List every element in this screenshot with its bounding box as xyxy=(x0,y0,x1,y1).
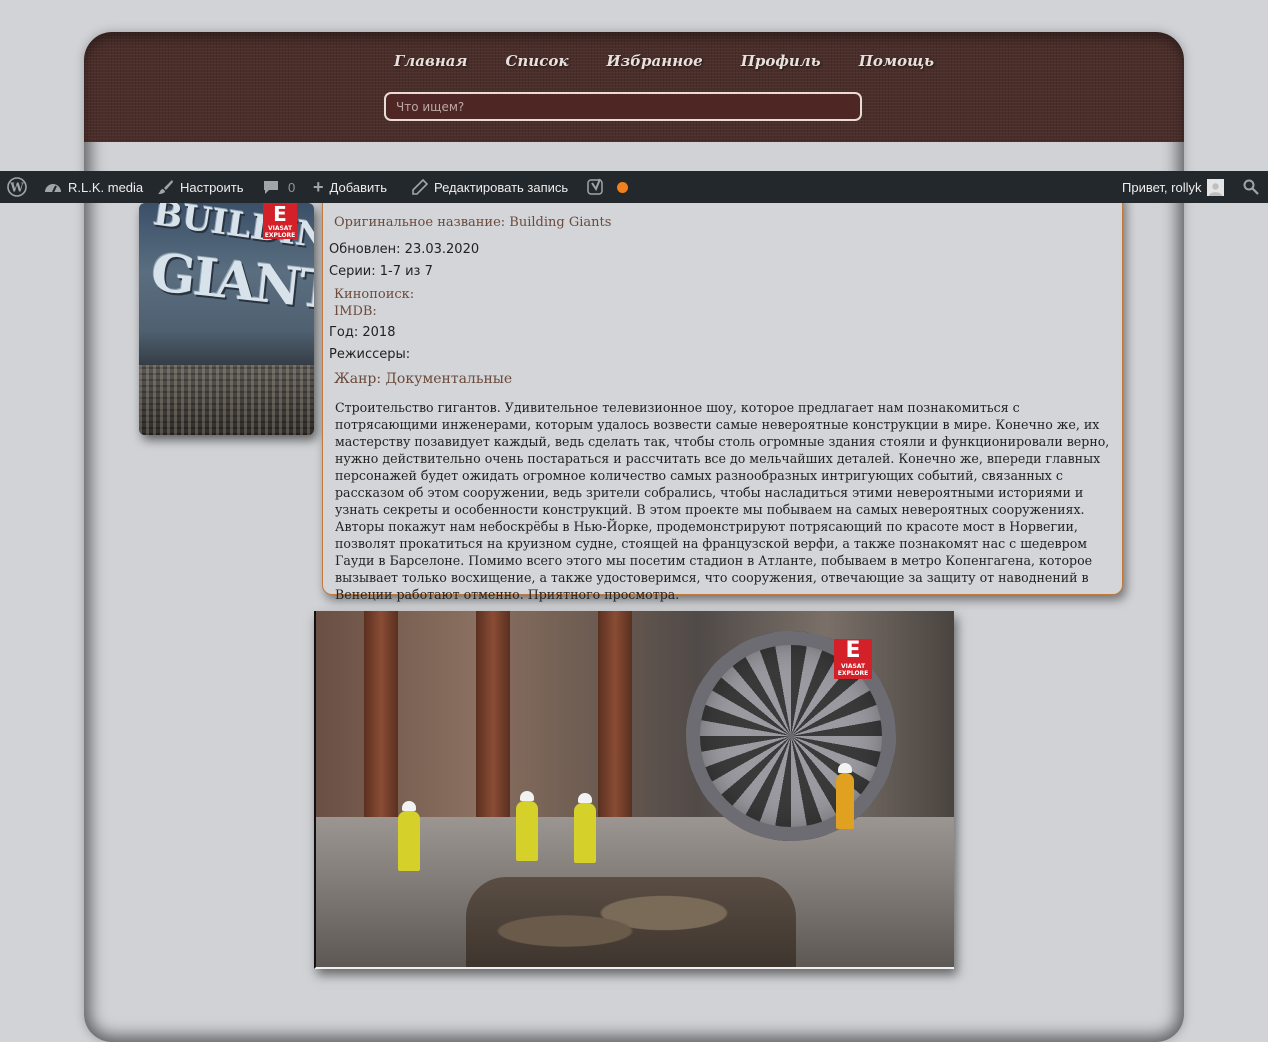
original-title[interactable]: Оригинальное название: Building Giants xyxy=(334,215,611,230)
wp-admin-bar: W R.L.K. media Настроить 0 + Добавить Ре… xyxy=(0,171,1268,203)
dashboard-icon xyxy=(44,179,62,195)
video-worker xyxy=(574,803,596,863)
edit-post-label: Редактировать запись xyxy=(434,179,569,195)
add-new-label: Добавить xyxy=(329,179,387,195)
greeting-label: Привет, rollyk xyxy=(1122,179,1202,195)
details-card: Оригинальное название: Building Giants О… xyxy=(322,190,1123,602)
directors: Режиссеры: xyxy=(329,347,411,362)
kinopoisk-link[interactable]: Кинопоиск: xyxy=(334,287,414,302)
updated-date: Обновлен: 23.03.2020 xyxy=(329,242,480,257)
site-name-menu[interactable]: R.L.K. media xyxy=(44,171,143,203)
site-header: Главная Список Избранное Профиль Помощь xyxy=(84,32,1184,142)
user-avatar-icon xyxy=(1207,178,1225,196)
video-worker xyxy=(516,801,538,861)
wp-logo-menu[interactable]: W xyxy=(7,171,27,203)
search-input[interactable] xyxy=(384,92,862,121)
video-pillar xyxy=(598,611,632,851)
video-pillar xyxy=(364,611,398,851)
video-frame[interactable]: E VIASAT EXPLORE xyxy=(314,611,954,969)
video-pillar xyxy=(476,611,510,851)
nav-item-home[interactable]: Главная xyxy=(394,52,468,70)
video-channel-logo: E VIASAT EXPLORE xyxy=(834,639,872,679)
nav-item-list[interactable]: Список xyxy=(505,52,568,70)
nav-item-profile[interactable]: Профиль xyxy=(741,52,821,70)
nav-item-favorites[interactable]: Избранное xyxy=(606,52,702,70)
comments-count: 0 xyxy=(288,179,296,195)
status-dot-icon xyxy=(617,181,628,193)
search-icon xyxy=(1243,179,1259,195)
poster-cityscape xyxy=(139,365,314,435)
pencil-icon xyxy=(412,179,428,195)
wordpress-icon: W xyxy=(7,177,27,197)
plus-icon: + xyxy=(313,176,324,197)
main-nav: Главная Список Избранное Профиль Помощь xyxy=(84,52,1184,70)
my-account-menu[interactable]: Привет, rollyk xyxy=(1122,171,1225,203)
yoast-icon xyxy=(587,178,605,196)
video-worker-helmet xyxy=(838,763,852,773)
edit-post-menu[interactable]: Редактировать запись xyxy=(412,171,568,203)
video-worker xyxy=(398,811,420,871)
video-worker xyxy=(836,773,854,829)
comment-icon xyxy=(263,179,279,195)
year: Год: 2018 xyxy=(329,325,396,340)
video-worker-helmet xyxy=(520,791,534,801)
video-worker-helmet xyxy=(578,793,592,803)
episodes-count: Серии: 1-7 из 7 xyxy=(329,264,433,279)
admin-search[interactable] xyxy=(1243,171,1259,203)
description: Строительство гигантов. Удивительное тел… xyxy=(335,400,1110,602)
comments-menu[interactable]: 0 xyxy=(263,171,295,203)
imdb-link[interactable]: IMDB: xyxy=(334,304,377,319)
video-sandbags xyxy=(466,877,796,967)
customize-menu[interactable]: Настроить xyxy=(158,171,244,203)
poster-title-line2: GIANTS xyxy=(148,242,314,326)
site-name-label: R.L.K. media xyxy=(68,179,144,195)
customize-label: Настроить xyxy=(180,179,244,195)
series-poster: BUILDING GIANTS E VIASAT EXPLORE xyxy=(139,203,314,435)
genre[interactable]: Жанр: Документальные xyxy=(334,371,512,387)
svg-text:W: W xyxy=(9,181,24,195)
channel-logo: E VIASAT EXPLORE xyxy=(263,203,297,239)
brush-icon xyxy=(158,179,174,195)
add-new-menu[interactable]: + Добавить xyxy=(313,171,387,203)
seo-menu[interactable] xyxy=(587,171,628,203)
video-worker-helmet xyxy=(402,801,416,811)
nav-item-help[interactable]: Помощь xyxy=(859,52,934,70)
